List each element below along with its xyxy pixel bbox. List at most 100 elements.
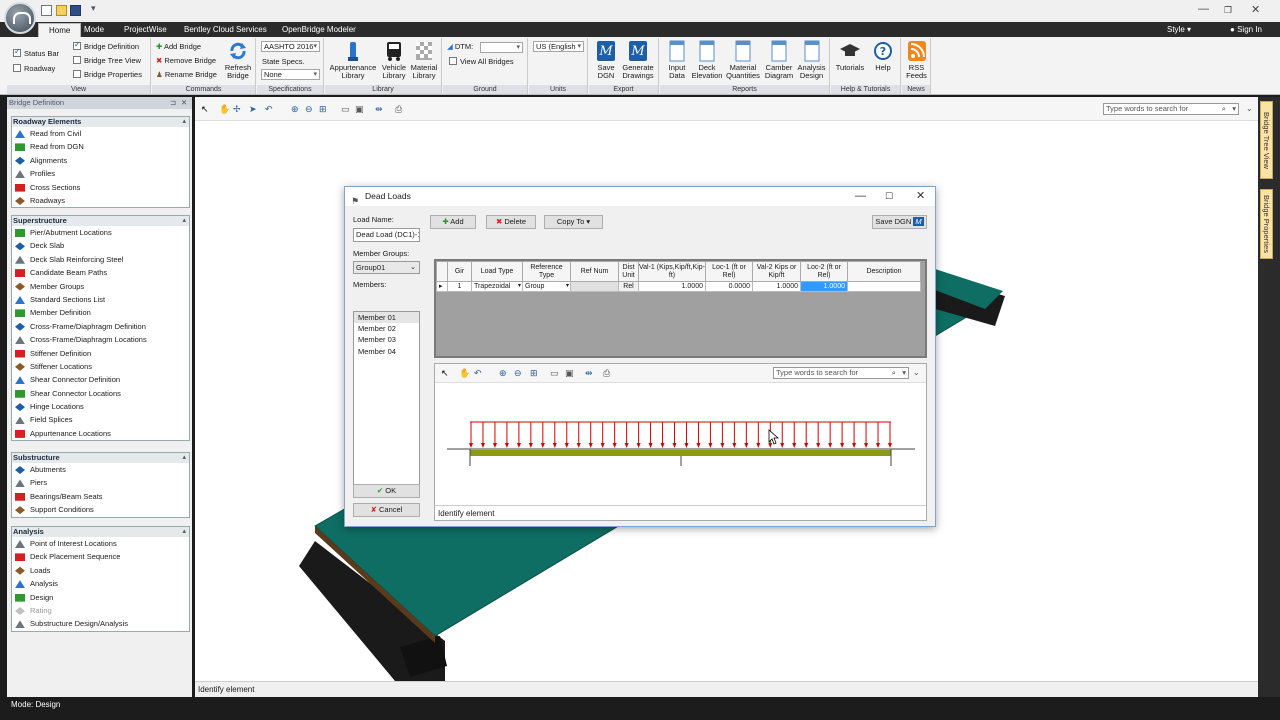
help-button[interactable]: ? Help — [869, 40, 897, 72]
sidebar-item-appurtenance-locations[interactable]: Appurtenance Locations — [12, 427, 189, 440]
select-arrow-icon[interactable]: ↖ — [201, 104, 211, 114]
column-header[interactable]: Dist Unit — [618, 261, 639, 282]
quick-access-dropdown-icon[interactable]: ▾ — [91, 3, 96, 14]
bridge-properties-toggle[interactable]: Bridge Properties — [73, 69, 142, 81]
sidebar-item-profiles[interactable]: Profiles — [12, 167, 189, 180]
pan-hand-icon[interactable]: ✋ — [459, 368, 470, 378]
diagram-search-input[interactable]: Type words to search for ⌕ ▾ — [773, 367, 909, 379]
zoom-out-icon[interactable]: ⊖ — [514, 368, 524, 378]
table-cell[interactable]: 0.0000 — [705, 281, 753, 292]
member-group-select[interactable]: Group01 ⌄ — [353, 261, 420, 274]
state-specs-select[interactable]: None — [261, 69, 320, 80]
style-menu[interactable]: Style ▾ — [1167, 23, 1191, 37]
copy-to-dropdown[interactable]: Copy To ▾ — [544, 215, 603, 229]
sidebar-item-deck-slab-reinforcing-steel[interactable]: Deck Slab Reinforcing Steel — [12, 253, 189, 266]
search-dropdown-icon[interactable]: ▾ — [1232, 104, 1236, 114]
sidebar-item-bearings-beam-seats[interactable]: Bearings/Beam Seats — [12, 490, 189, 503]
camber-diagram-button[interactable]: Camber Diagram — [763, 40, 795, 80]
copy-view-icon[interactable]: ▣ — [355, 104, 365, 114]
table-cell[interactable]: Trapezoidal — [471, 281, 523, 292]
undo-view-icon[interactable]: ↶ — [474, 368, 484, 378]
section-header[interactable]: Analysis — [12, 527, 189, 537]
table-cell[interactable]: Rel — [618, 281, 639, 292]
window-area-icon[interactable]: ▭ — [550, 368, 560, 378]
walk-icon[interactable]: ➤ — [249, 104, 259, 114]
undo-view-icon[interactable]: ↶ — [265, 104, 275, 114]
search-icon[interactable]: ⌕ — [1222, 104, 1226, 114]
viewport-search-input[interactable]: Type words to search for ⌕ ▾ — [1103, 103, 1239, 115]
column-header[interactable]: Loc-1 (ft or Rel) — [705, 261, 753, 282]
column-header[interactable]: Load Type — [471, 261, 523, 282]
sidebar-item-loads[interactable]: Loads — [12, 564, 189, 577]
section-header[interactable]: Substructure — [12, 453, 189, 463]
list-item[interactable]: Member 01 — [354, 312, 419, 324]
column-header[interactable]: Description — [847, 261, 921, 282]
list-item[interactable]: Member 04 — [354, 346, 419, 357]
table-cell[interactable]: 1.0000 — [638, 281, 706, 292]
sidebar-item-cross-frame-diaphragm-locations[interactable]: Cross-Frame/Diaphragm Locations — [12, 333, 189, 346]
sidebar-item-stiffener-locations[interactable]: Stiffener Locations — [12, 360, 189, 373]
generate-drawings-button[interactable]: M Generate Drawings — [620, 40, 656, 80]
sidebar-item-deck-slab[interactable]: Deck Slab — [12, 239, 189, 252]
sidebar-item-hinge-locations[interactable]: Hinge Locations — [12, 400, 189, 413]
units-select[interactable]: US (English — [533, 41, 584, 52]
search-dropdown-icon[interactable]: ▾ — [902, 368, 906, 378]
zoom-in-icon[interactable]: ⊕ — [291, 104, 301, 114]
sidebar-item-cross-sections[interactable]: Cross Sections — [12, 181, 189, 194]
sidebar-item-pier-abutment-locations[interactable]: Pier/Abutment Locations — [12, 226, 189, 239]
add-bridge-button[interactable]: ✚ Add Bridge — [156, 41, 201, 53]
input-data-button[interactable]: Input Data — [663, 40, 691, 80]
load-name-input[interactable]: Dead Load (DC1)-1 — [353, 228, 420, 242]
sidebar-item-read-from-dgn[interactable]: Read from DGN — [12, 140, 189, 153]
column-header[interactable]: Val-2 Kips or Kip/ft — [752, 261, 801, 282]
members-list[interactable]: Member 01 Member 02 Member 03 Member 04 — [353, 311, 420, 492]
save-dgn-dialog-button[interactable]: Save DGN M — [872, 215, 927, 229]
print-icon[interactable]: ⎙ — [603, 368, 613, 378]
orbit-icon[interactable]: ✢ — [233, 104, 243, 114]
section-header[interactable]: Superstructure — [12, 216, 189, 226]
minimize-icon[interactable]: — — [1198, 3, 1209, 15]
toolbar-overflow-icon[interactable]: ⌄ — [913, 368, 920, 377]
table-cell[interactable] — [847, 281, 921, 292]
print-icon[interactable]: ⎙ — [395, 104, 405, 114]
table-cell[interactable]: 1 — [447, 281, 472, 292]
sidebar-item-roadways[interactable]: Roadways — [12, 194, 189, 207]
list-item[interactable]: Member 02 — [354, 323, 419, 334]
specification-select[interactable]: AASHTO 2016 — [261, 41, 320, 52]
table-cell[interactable] — [570, 281, 619, 292]
view-all-bridges-toggle[interactable]: View All Bridges — [449, 56, 514, 68]
pan-hand-icon[interactable]: ✋ — [219, 104, 230, 114]
load-diagram[interactable] — [435, 383, 926, 507]
tab-bentley-cloud-services[interactable]: Bentley Cloud Services — [184, 23, 267, 37]
deck-elevation-button[interactable]: Deck Elevation — [691, 40, 723, 80]
rename-bridge-button[interactable]: ♟ Rename Bridge — [156, 69, 217, 81]
column-header[interactable]: Gir — [447, 261, 472, 282]
refresh-bridge-button[interactable]: Refresh Bridge — [223, 40, 253, 80]
column-header[interactable]: Val-1 (Kips,Kip/ft,Kip-ft) — [638, 261, 706, 282]
analysis-design-button[interactable]: Analysis Design — [795, 40, 828, 80]
material-library-button[interactable]: Material Library — [409, 40, 439, 80]
zoom-out-icon[interactable]: ⊖ — [305, 104, 315, 114]
sidebar-item-read-from-civil[interactable]: Read from Civil — [12, 127, 189, 140]
sidebar-item-stiffener-definition[interactable]: Stiffener Definition — [12, 347, 189, 360]
roadway-toggle[interactable]: Roadway — [13, 63, 55, 75]
fit-view-icon[interactable]: ⊞ — [319, 104, 329, 114]
sidebar-item-shear-connector-locations[interactable]: Shear Connector Locations — [12, 387, 189, 400]
tutorials-button[interactable]: Tutorials — [833, 40, 867, 72]
dialog-maximize-icon[interactable]: ☐ — [885, 187, 893, 206]
sign-in-button[interactable]: ● Sign In — [1230, 23, 1262, 37]
sidebar-item-analysis[interactable]: Analysis — [12, 577, 189, 590]
table-cell[interactable]: Group — [522, 281, 571, 292]
bridge-tree-view-toggle[interactable]: Bridge Tree View — [73, 55, 141, 67]
appurtenance-library-button[interactable]: Appurtenance Library — [328, 40, 378, 80]
cancel-button[interactable]: ✘ Cancel — [353, 503, 420, 517]
dialog-close-icon[interactable]: ✕ — [916, 187, 925, 206]
bridge-properties-tab[interactable]: Bridge Properties — [1260, 189, 1273, 259]
save-dgn-button[interactable]: M Save DGN — [592, 40, 620, 80]
column-header[interactable]: Ref Num — [570, 261, 619, 282]
sidebar-item-member-definition[interactable]: Member Definition — [12, 306, 189, 319]
restore-icon[interactable]: ❐ — [1224, 5, 1232, 16]
remove-bridge-button[interactable]: ✖ Remove Bridge — [156, 55, 216, 67]
rss-feeds-button[interactable]: RSS Feeds — [903, 40, 930, 80]
sidebar-item-cross-frame-diaphragm-definition[interactable]: Cross-Frame/Diaphragm Definition — [12, 320, 189, 333]
